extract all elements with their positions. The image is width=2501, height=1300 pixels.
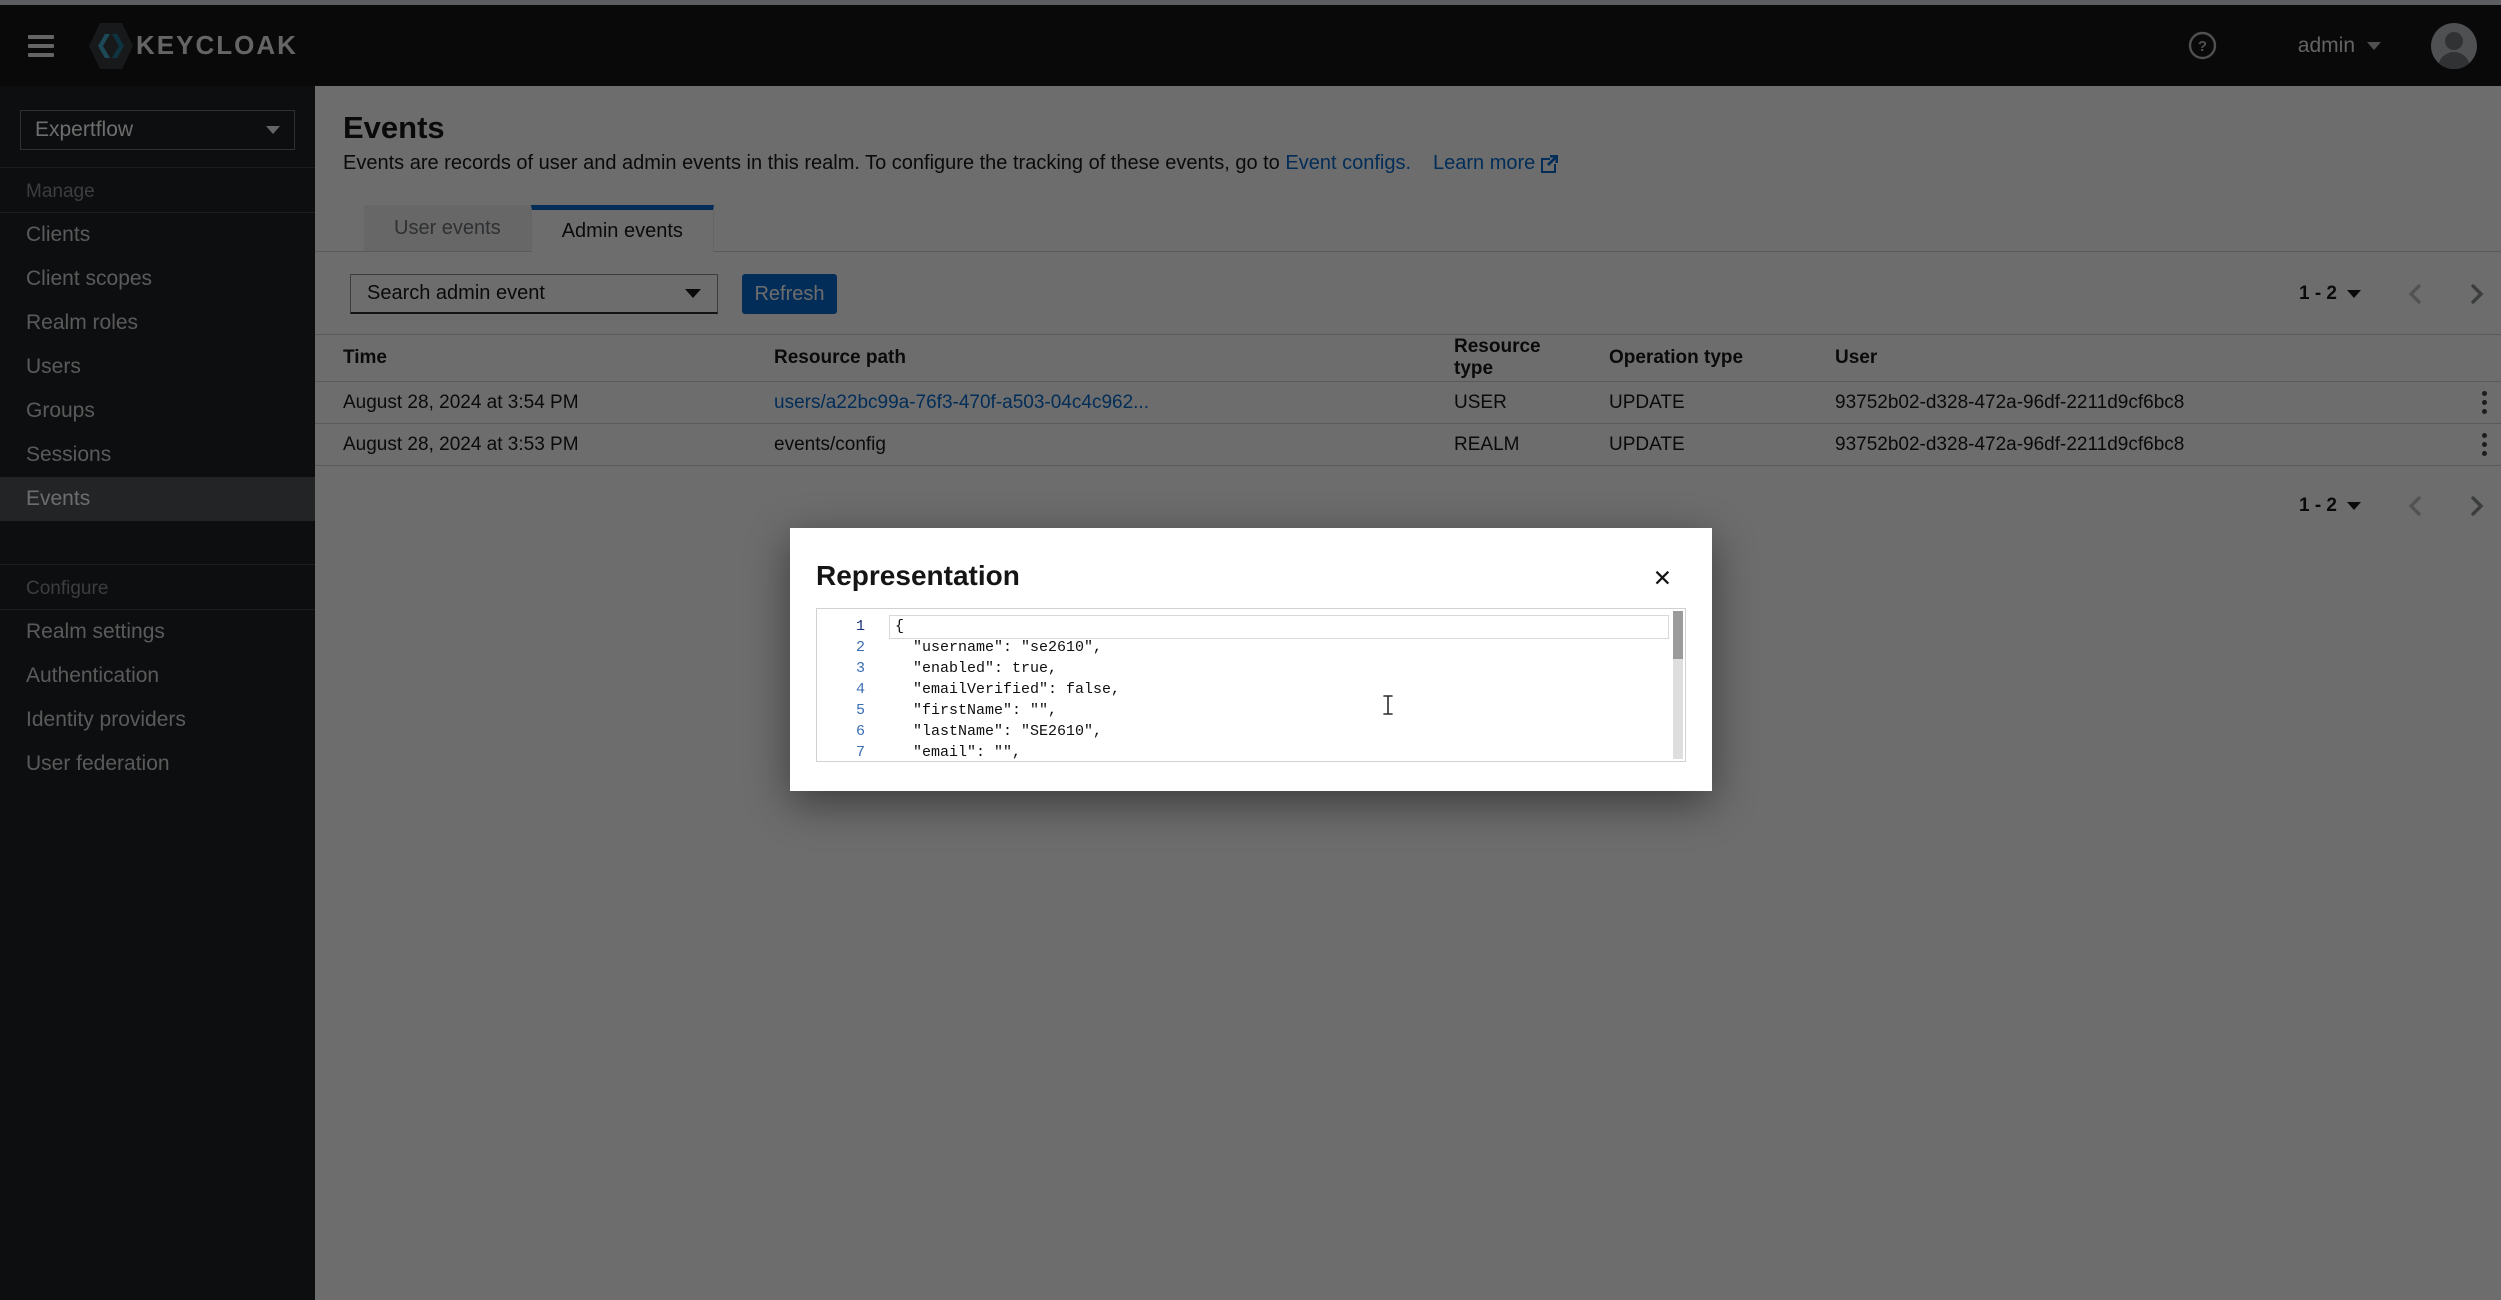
code-line: 7 "email": "", bbox=[817, 742, 1685, 762]
code-line: 1{ bbox=[817, 616, 1685, 637]
modal-title: Representation bbox=[816, 560, 1020, 592]
close-icon[interactable]: ✕ bbox=[1647, 566, 1678, 591]
representation-code-editor[interactable]: 1{ 2 "username": "se2610", 3 "enabled": … bbox=[816, 608, 1686, 762]
code-lines: 1{ 2 "username": "se2610", 3 "enabled": … bbox=[817, 616, 1685, 762]
code-line: 4 "emailVerified": false, bbox=[817, 679, 1685, 700]
editor-scrollbar-thumb[interactable] bbox=[1673, 611, 1683, 659]
code-line: 3 "enabled": true, bbox=[817, 658, 1685, 679]
code-line: 5 "firstName": "", bbox=[817, 700, 1685, 721]
representation-modal: Representation ✕ 1{ 2 "username": "se261… bbox=[790, 528, 1712, 791]
code-line: 6 "lastName": "SE2610", bbox=[817, 721, 1685, 742]
keycloak-admin-console: KEYCLOAK ? admin Expertflow Manage bbox=[0, 0, 2501, 1300]
code-line: 2 "username": "se2610", bbox=[817, 637, 1685, 658]
